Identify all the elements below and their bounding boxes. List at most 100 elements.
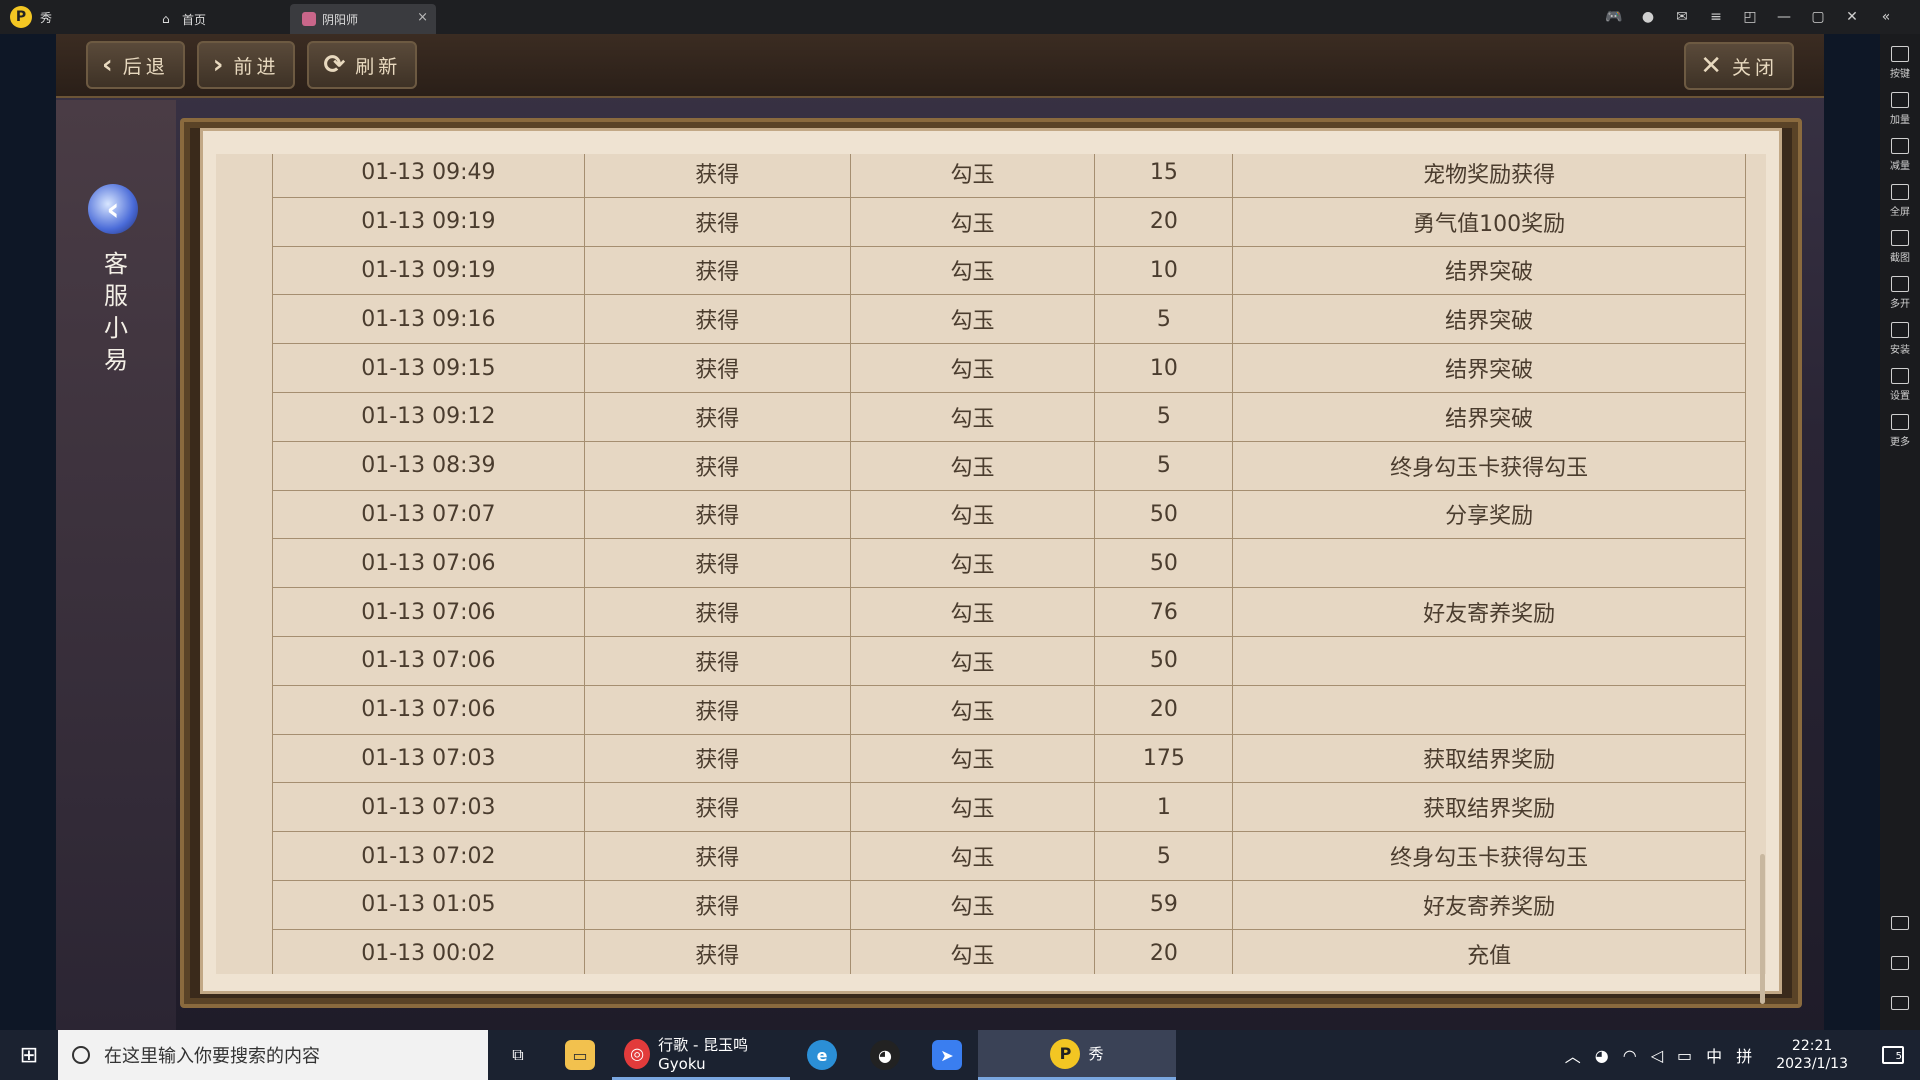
back-button[interactable]: ‹ 后退: [86, 41, 185, 89]
side-tool-screenshot[interactable]: 截图: [1890, 230, 1910, 264]
window-controls: 🎮 ● ✉ ≡ ◰ — ▢ ✕ «: [1604, 0, 1896, 34]
home-icon: ⌂: [162, 12, 170, 26]
record-currency: 勾玉: [849, 245, 1096, 296]
record-currency: 勾玉: [849, 440, 1096, 491]
home-nav-icon[interactable]: [1891, 956, 1909, 970]
record-type: 获得: [583, 928, 851, 974]
record-source: 结界突破: [1232, 391, 1746, 442]
table-row: 01-13 09:16 获得 勾玉 5 结界突破: [272, 294, 1746, 345]
record-type: 获得: [583, 343, 851, 393]
maximize-icon[interactable]: ▢: [1808, 7, 1828, 27]
tab-onmyoji-label: 阴阳师: [322, 12, 359, 27]
record-currency: 勾玉: [849, 154, 1096, 198]
menu-icon[interactable]: ≡: [1706, 7, 1726, 27]
side-tool-install-apk[interactable]: 安装: [1890, 322, 1910, 356]
side-bottom-nav: [1891, 916, 1909, 1010]
ime-mode[interactable]: 拼: [1736, 1043, 1752, 1067]
volume-icon[interactable]: ◁: [1651, 1046, 1663, 1065]
refresh-icon: ⟳: [323, 50, 346, 80]
record-amount: 50: [1094, 635, 1234, 686]
record-type: 获得: [583, 294, 851, 345]
tab-home[interactable]: ⌂ 首页: [150, 4, 290, 34]
side-tool-volume-up[interactable]: 加量: [1890, 92, 1910, 126]
recent-apps-icon[interactable]: [1891, 996, 1909, 1010]
record-source: 充值: [1232, 928, 1746, 974]
music-app-title: 行歌 - 昆玉鸣Gyoku: [658, 1036, 749, 1073]
record-type: 获得: [583, 733, 851, 784]
chevron-left-icon: ‹: [102, 50, 113, 80]
taskbar-emulator-app[interactable]: P 秀: [978, 1030, 1176, 1080]
record-type: 获得: [583, 154, 851, 198]
minimize-icon[interactable]: —: [1774, 7, 1794, 27]
qq-button[interactable]: ◕: [854, 1030, 916, 1080]
record-currency: 勾玉: [849, 196, 1096, 247]
edge-browser-button[interactable]: e: [790, 1030, 854, 1080]
record-source: [1232, 635, 1746, 686]
gamepad-icon[interactable]: 🎮: [1604, 7, 1624, 27]
taskbar-search-box[interactable]: 在这里输入你要搜索的内容: [58, 1030, 488, 1080]
emulator-taskbar-icon: P: [1050, 1038, 1081, 1069]
ime-language[interactable]: 中: [1706, 1043, 1722, 1067]
windows-taskbar: ⊞ 在这里输入你要搜索的内容 ⧉ ▭ ◎ 行歌 - 昆玉鸣Gyoku e ◕ ➤…: [0, 1030, 1920, 1080]
side-tool-label: 多开: [1890, 299, 1910, 310]
record-amount: 20: [1094, 684, 1234, 735]
record-time: 01-13 01:05: [272, 879, 585, 930]
customer-service-icon[interactable]: ‹: [88, 184, 138, 234]
back-label: 后退: [122, 55, 169, 78]
windows-start-button[interactable]: ⊞: [0, 1030, 58, 1080]
tray-expand-icon[interactable]: ︿: [1565, 1043, 1581, 1067]
record-source: 好友寄养奖励: [1232, 587, 1746, 637]
side-tool-volume-down[interactable]: 减量: [1890, 138, 1910, 172]
record-scroll-area[interactable]: 01-13 09:49 获得 勾玉 15 宠物奖励获得 01-13 09:19 获得 勾玉 20…: [216, 154, 1766, 974]
mail-icon[interactable]: ✉: [1672, 7, 1692, 27]
forward-button[interactable]: › 前进: [196, 41, 296, 89]
emulator-title-bar: P 秀 ⌂ 首页 阴阳师 × 🎮 ● ✉ ≡ ◰ — ▢ ✕ «: [0, 0, 1920, 34]
game-viewport: ‹ 后退 › 前进 ⟳ 刷新 ✕ 关闭 ‹ 客服小易 01-13 09:49 获得…: [0, 34, 1880, 1030]
notification-center-icon[interactable]: 5: [1882, 1046, 1904, 1064]
feishu-button[interactable]: ➤: [916, 1030, 978, 1080]
record-time: 01-13 07:02: [272, 831, 585, 881]
record-time: 01-13 09:15: [272, 343, 585, 393]
back-nav-icon[interactable]: [1891, 916, 1909, 930]
record-source: 获取结界奖励: [1232, 782, 1746, 833]
record-type: 获得: [583, 440, 851, 491]
record-currency: 勾玉: [849, 587, 1096, 637]
record-source: 终身勾玉卡获得勾玉: [1232, 831, 1746, 881]
side-tool-multi-instance[interactable]: 多开: [1890, 276, 1910, 310]
user-avatar-icon[interactable]: ●: [1638, 7, 1658, 27]
pin-icon[interactable]: ◰: [1740, 7, 1760, 27]
record-currency: 勾玉: [849, 733, 1096, 784]
file-explorer-button[interactable]: ▭: [548, 1030, 612, 1080]
wifi-icon[interactable]: ◠: [1623, 1046, 1637, 1065]
table-row: 01-13 07:06 获得 勾玉 76 好友寄养奖励: [272, 587, 1746, 637]
emulator-name: 秀: [40, 10, 53, 25]
side-tool-settings[interactable]: 设置: [1890, 368, 1910, 402]
side-tool-fullscreen[interactable]: 全屏: [1890, 184, 1910, 218]
tab-onmyoji[interactable]: 阴阳师 ×: [290, 4, 436, 34]
record-time: 01-13 07:06: [272, 684, 585, 735]
taskbar-clock[interactable]: 22:21 2023/1/13: [1776, 1037, 1848, 1073]
clock-time: 22:21: [1791, 1038, 1833, 1054]
side-tool-more[interactable]: 更多: [1890, 414, 1910, 448]
close-button[interactable]: ✕ 关闭: [1684, 42, 1794, 90]
record-type: 获得: [583, 245, 851, 296]
close-window-icon[interactable]: ✕: [1842, 7, 1862, 27]
taskbar-music-app[interactable]: ◎ 行歌 - 昆玉鸣Gyoku: [612, 1030, 790, 1080]
record-currency: 勾玉: [849, 928, 1096, 974]
table-row: 01-13 09:12 获得 勾玉 5 结界突破: [272, 391, 1746, 442]
more-icon: [1891, 414, 1909, 430]
emulator-app-title: 秀: [1088, 1045, 1104, 1063]
paper-plane-icon: ➤: [932, 1040, 962, 1070]
side-tool-keymap[interactable]: 按键: [1890, 46, 1910, 80]
task-view-button[interactable]: ⧉: [488, 1030, 548, 1080]
record-amount: 59: [1094, 879, 1234, 930]
record-source: [1232, 538, 1746, 589]
collapse-sidebar-icon[interactable]: «: [1876, 7, 1896, 27]
battery-icon[interactable]: ▭: [1677, 1046, 1692, 1065]
tab-close-icon[interactable]: ×: [417, 10, 428, 25]
scrollbar[interactable]: [1760, 854, 1765, 1004]
customer-service-label[interactable]: 客服小易: [100, 248, 132, 376]
record-source: 结界突破: [1232, 245, 1746, 296]
refresh-button[interactable]: ⟳ 刷新: [307, 41, 418, 89]
tray-qq-icon[interactable]: ◕: [1595, 1046, 1609, 1065]
